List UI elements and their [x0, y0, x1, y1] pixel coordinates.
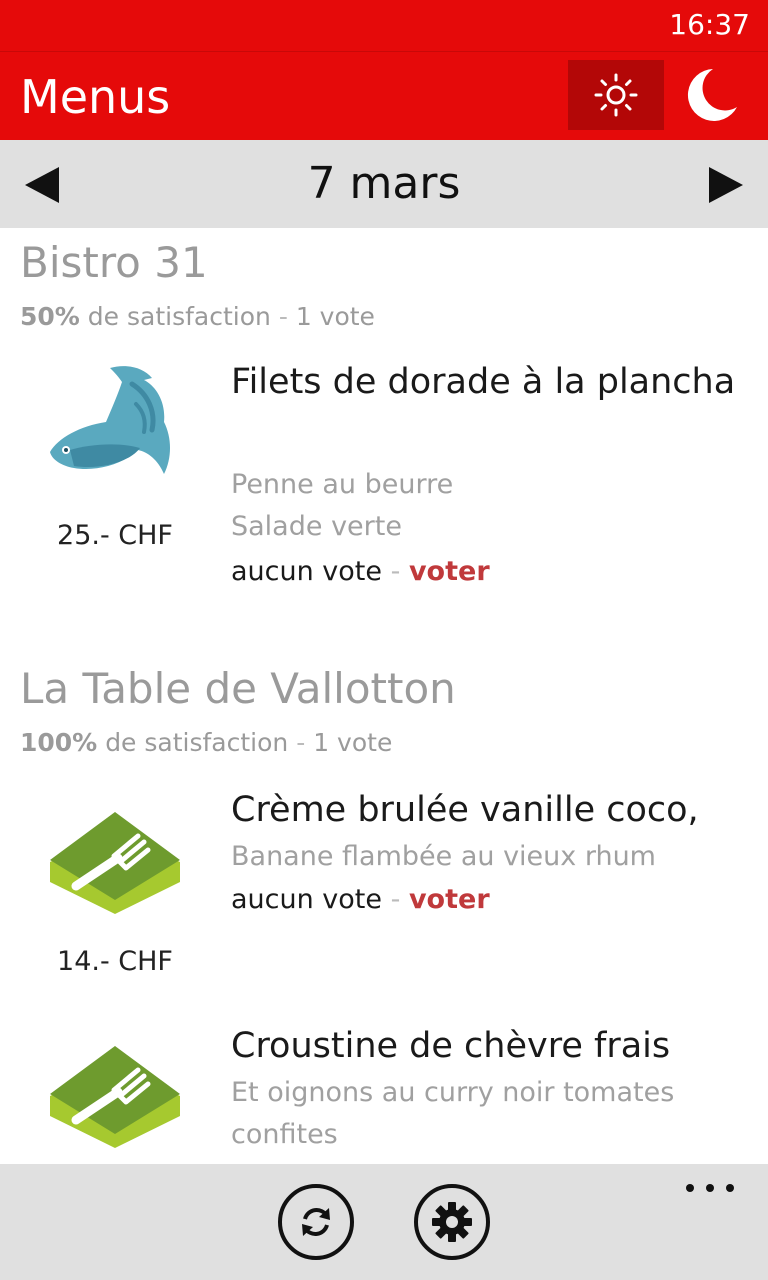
fork-plate-icon	[50, 1046, 180, 1148]
dish-title[interactable]: Filets de dorade à la plancha	[231, 356, 751, 409]
sun-icon	[594, 73, 638, 117]
current-date: 7 mars	[307, 158, 461, 209]
restaurant-satisfaction: 50% de satisfaction - 1 vote	[20, 302, 375, 331]
fork-plate-icon	[50, 812, 180, 914]
moon-icon	[687, 69, 737, 121]
ellipsis-dot	[706, 1184, 714, 1192]
separator: -	[278, 302, 288, 331]
triangle-right-icon	[709, 167, 743, 203]
restaurant-satisfaction: 100% de satisfaction - 1 vote	[20, 728, 392, 757]
ellipsis-dot	[726, 1184, 734, 1192]
bottom-app-bar	[0, 1164, 768, 1280]
more-options-button[interactable]	[686, 1178, 734, 1198]
dish-title[interactable]: Crème brulée vanille coco,	[231, 784, 751, 837]
separator: -	[390, 884, 401, 915]
app-bar: Menus	[0, 52, 768, 140]
page-title: Menus	[20, 70, 171, 124]
vote-link[interactable]: voter	[409, 884, 490, 915]
date-navigator: 7 mars	[0, 140, 768, 228]
vote-count: 1 vote	[313, 728, 393, 757]
vote-count: 1 vote	[295, 302, 375, 331]
settings-button[interactable]	[414, 1184, 490, 1260]
satisfaction-percent: 100%	[20, 728, 98, 757]
status-time: 16:37	[669, 8, 750, 41]
dish-side: Penne au beurre	[231, 469, 454, 500]
dish-title[interactable]: Croustine de chèvre frais	[231, 1020, 751, 1073]
separator: -	[390, 556, 401, 587]
ellipsis-dot	[686, 1184, 694, 1192]
separator: -	[296, 728, 306, 757]
vote-status: aucun vote	[231, 884, 383, 915]
next-day-button[interactable]	[702, 162, 750, 208]
status-bar: 16:37	[0, 0, 768, 52]
refresh-button[interactable]	[278, 1184, 354, 1260]
refresh-icon	[302, 1208, 330, 1236]
satisfaction-label: de satisfaction	[87, 302, 271, 331]
dish-price: 25.- CHF	[57, 520, 173, 551]
day-mode-button[interactable]	[568, 60, 664, 130]
dish-side: Banane flambée au vieux rhum	[231, 841, 656, 872]
satisfaction-percent: 50%	[20, 302, 80, 331]
restaurant-name[interactable]: La Table de Vallotton	[20, 664, 456, 713]
fish-icon	[50, 366, 170, 474]
dish-price: 14.- CHF	[57, 946, 173, 977]
gear-icon	[432, 1202, 472, 1242]
dish-vote-line: aucun vote - voter	[231, 556, 490, 587]
dish-side: Salade verte	[231, 511, 402, 542]
vote-status: aucun vote	[231, 556, 383, 587]
dish-vote-line: aucun vote - voter	[231, 884, 490, 915]
restaurant-name[interactable]: Bistro 31	[20, 238, 208, 287]
satisfaction-label: de satisfaction	[105, 728, 289, 757]
dish-side: Et oignons au curry noir tomates confite…	[231, 1077, 675, 1150]
vote-link[interactable]: voter	[409, 556, 490, 587]
night-mode-button[interactable]	[676, 60, 752, 130]
menu-list[interactable]: Bistro 31 50% de satisfaction - 1 vote 2…	[0, 228, 768, 1164]
